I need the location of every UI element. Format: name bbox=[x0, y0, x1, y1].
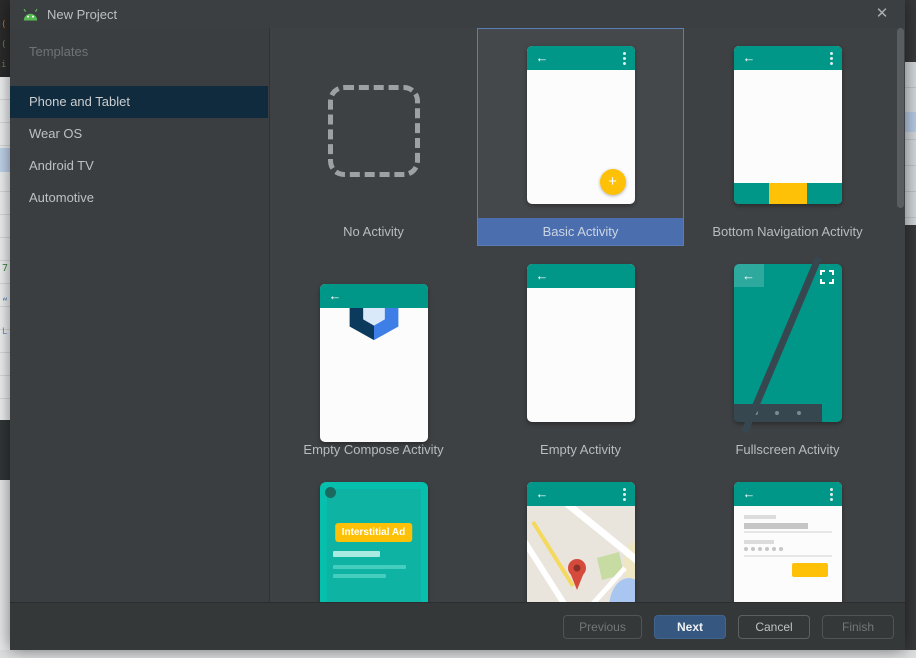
field-label-placeholder bbox=[743, 515, 776, 519]
background-strip bbox=[905, 0, 916, 62]
phone-mockup: ← bbox=[733, 256, 842, 434]
sidebar-section-label: Templates bbox=[29, 44, 89, 59]
phone-mockup: ← bbox=[733, 46, 842, 204]
input-placeholder bbox=[743, 523, 808, 529]
back-arrow-icon: ← bbox=[535, 50, 549, 65]
kebab-menu-icon bbox=[622, 52, 626, 67]
template-label: No Activity bbox=[343, 224, 404, 239]
input-underline bbox=[743, 555, 832, 557]
background-editor-strip: ( ( i bbox=[0, 0, 10, 77]
template-tile-empty-compose-activity[interactable]: ← Empty Compose Activity bbox=[270, 246, 477, 464]
template-tile-bottom-navigation-activity[interactable]: ← Bottom Navigation Activity bbox=[684, 28, 891, 246]
template-tile-login-activity[interactable]: ← bbox=[684, 464, 891, 602]
screen: ( ( i 7 “ L New Project ✕ Templates Phon… bbox=[0, 0, 916, 658]
template-tile-google-maps-activity[interactable]: ← bbox=[477, 464, 684, 602]
template-label: Empty Activity bbox=[540, 442, 621, 457]
bottom-navigation-bar bbox=[733, 183, 842, 204]
next-button[interactable]: Next bbox=[654, 614, 726, 639]
selected-template-label: Basic Activity bbox=[478, 218, 683, 245]
dialog-footer: Previous Next Cancel Finish bbox=[10, 602, 905, 650]
dialog-title: New Project bbox=[47, 6, 118, 22]
teal-appbar: ← bbox=[733, 482, 842, 506]
template-label: Empty Compose Activity bbox=[303, 442, 444, 457]
interstitial-ad-button: Interstitial Ad bbox=[334, 523, 413, 542]
background-gutter-strip bbox=[0, 420, 10, 480]
template-label: Fullscreen Activity bbox=[735, 442, 840, 457]
finish-button[interactable]: Finish bbox=[822, 614, 894, 639]
kebab-menu-icon bbox=[829, 488, 833, 503]
template-tile-no-activity[interactable]: No Activity bbox=[270, 28, 477, 246]
ad-screen bbox=[326, 489, 421, 602]
dialog-titlebar: New Project ✕ bbox=[10, 0, 905, 28]
templates-sidebar: Templates Phone and Tablet Wear OS Andro… bbox=[10, 28, 270, 602]
fullscreen-expand-icon bbox=[819, 270, 834, 284]
cancel-button[interactable]: Cancel bbox=[738, 614, 810, 639]
teal-appbar: ← bbox=[526, 482, 635, 506]
template-tile-basic-activity[interactable]: ← + Basic Activity bbox=[477, 28, 684, 246]
background-text-fragment: L bbox=[2, 327, 8, 337]
back-arrow-icon: ← bbox=[535, 268, 549, 283]
password-dots bbox=[743, 547, 783, 551]
background-panel-strip bbox=[905, 62, 916, 225]
login-button-placeholder bbox=[791, 563, 828, 577]
map-preview bbox=[526, 506, 635, 602]
no-activity-icon bbox=[327, 85, 420, 177]
background-text-fragment: 7 bbox=[2, 263, 9, 274]
fab-icon: + bbox=[599, 169, 626, 195]
previous-button[interactable]: Previous bbox=[563, 614, 642, 639]
camera-dot-icon bbox=[324, 487, 336, 498]
template-tile-google-admob-ads-activity[interactable]: Interstitial Ad bbox=[270, 464, 477, 602]
teal-appbar: ← bbox=[526, 264, 635, 288]
back-arrow-icon: ← bbox=[328, 288, 342, 303]
teal-appbar: ← bbox=[526, 46, 635, 70]
background-text-fragment: “ bbox=[2, 297, 9, 308]
kebab-menu-icon bbox=[622, 488, 626, 503]
sidebar-item-wear-os[interactable]: Wear OS bbox=[10, 118, 268, 150]
sidebar-item-phone-and-tablet[interactable]: Phone and Tablet bbox=[10, 86, 268, 118]
phone-mockup: Interstitial Ad bbox=[319, 482, 428, 602]
template-tile-fullscreen-activity[interactable]: ← Fullscreen Activity bbox=[684, 246, 891, 464]
phone-mockup: ← + bbox=[526, 46, 635, 204]
input-underline bbox=[743, 531, 832, 533]
phone-mockup: ← bbox=[733, 482, 842, 602]
back-arrow-icon: ← bbox=[535, 486, 549, 501]
teal-appbar: ← bbox=[319, 284, 428, 308]
teal-appbar: ← bbox=[733, 46, 842, 70]
text-placeholder-line bbox=[332, 565, 406, 569]
new-project-dialog: New Project ✕ Templates Phone and Tablet… bbox=[10, 0, 905, 650]
template-label: Bottom Navigation Activity bbox=[712, 224, 863, 239]
background-selected-row bbox=[0, 148, 10, 172]
field-label-placeholder bbox=[743, 540, 774, 544]
sidebar-item-android-tv[interactable]: Android TV bbox=[10, 150, 268, 182]
sidebar-list: Phone and Tablet Wear OS Android TV Auto… bbox=[10, 86, 268, 214]
phone-mockup: ← bbox=[526, 482, 635, 602]
text-placeholder-line bbox=[332, 574, 386, 578]
template-gallery: No Activity ← + Basic Activity ← Bottom … bbox=[270, 28, 905, 602]
android-icon bbox=[23, 8, 38, 20]
text-placeholder-line bbox=[332, 551, 380, 557]
phone-mockup: ← bbox=[319, 284, 428, 442]
back-arrow-icon: ← bbox=[742, 486, 756, 501]
background-panel-strip: 7 “ L bbox=[0, 77, 10, 420]
background-strip bbox=[905, 225, 916, 650]
close-icon[interactable]: ✕ bbox=[872, 4, 892, 24]
background-statusbar-strip bbox=[0, 650, 916, 658]
phone-mockup: ← bbox=[526, 264, 635, 422]
background-selected-row bbox=[905, 112, 916, 132]
background-panel-strip bbox=[0, 480, 10, 650]
template-tile-empty-activity[interactable]: ← Empty Activity bbox=[477, 246, 684, 464]
kebab-menu-icon bbox=[829, 52, 833, 67]
back-arrow-icon: ← bbox=[742, 50, 756, 65]
sidebar-item-automotive[interactable]: Automotive bbox=[10, 182, 268, 214]
gallery-scrollbar[interactable] bbox=[897, 28, 904, 208]
back-arrow-icon: ← bbox=[733, 264, 764, 287]
